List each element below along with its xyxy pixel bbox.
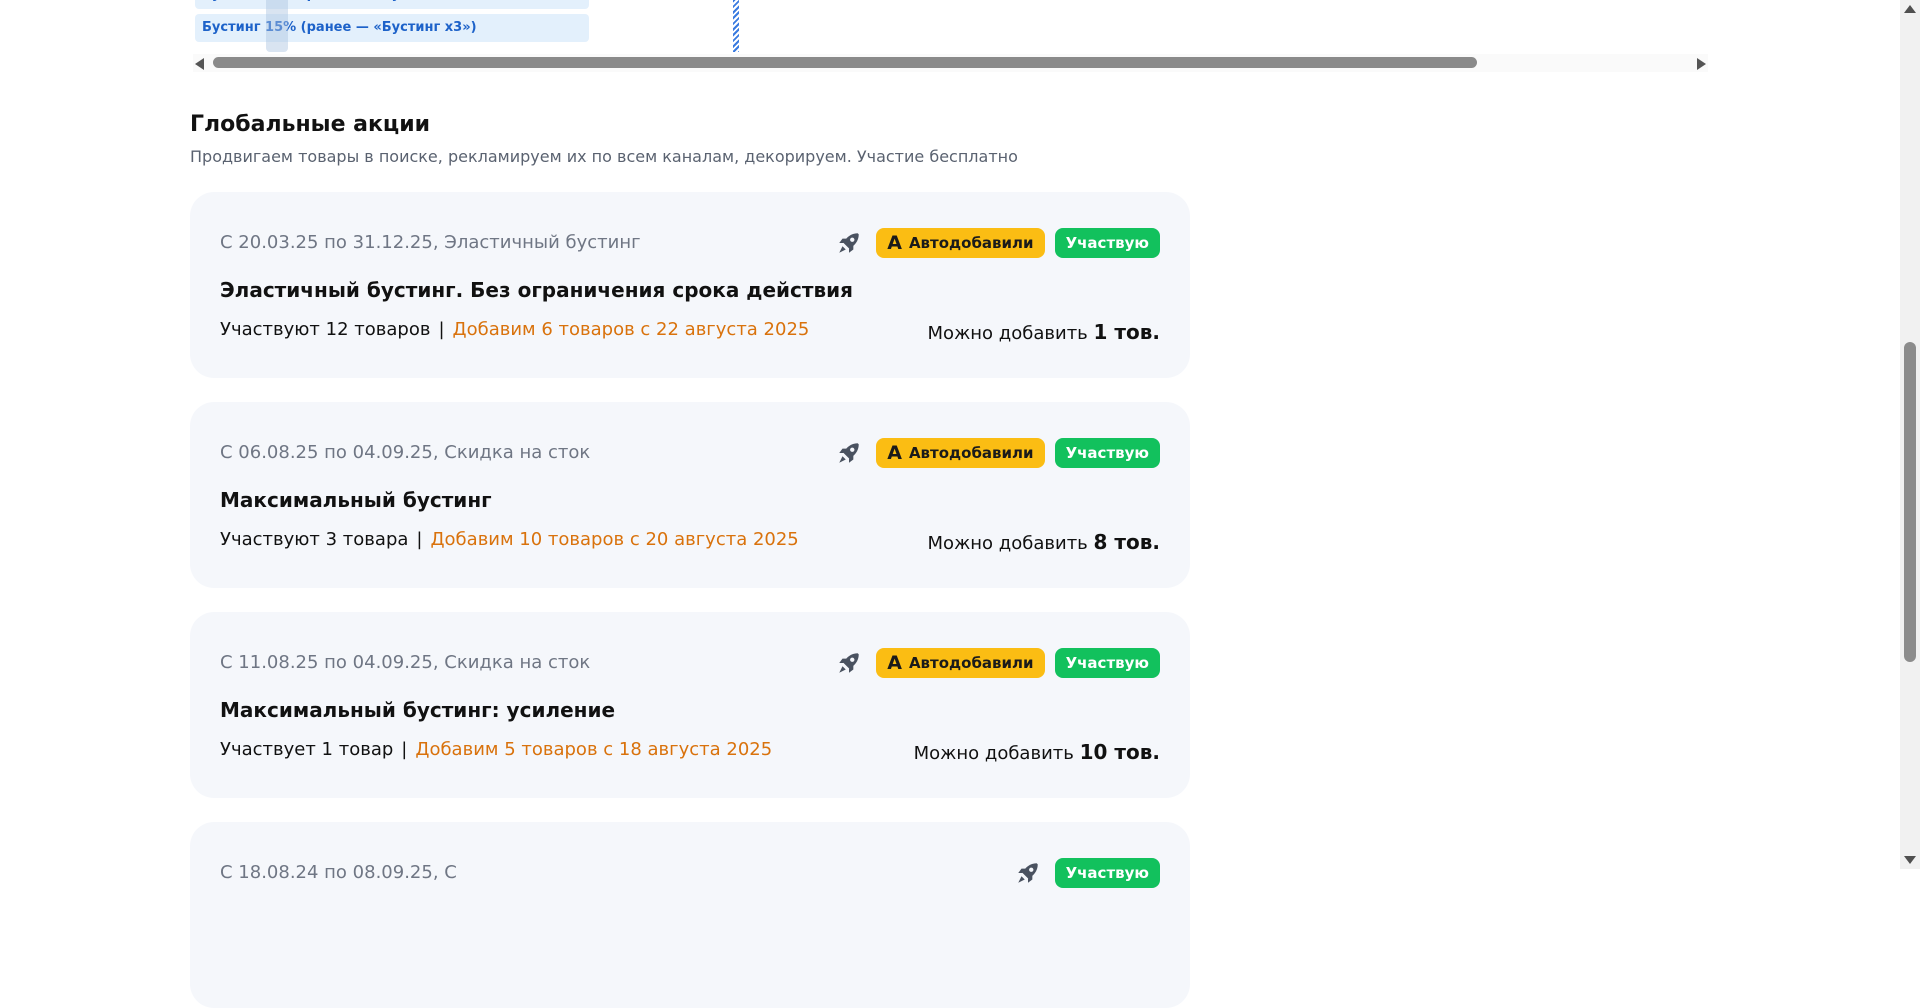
can-add-label: Можно добавить: [913, 743, 1074, 764]
auto-add-icon: A: [887, 651, 902, 674]
auto-added-badge: A Автодобавили: [876, 228, 1045, 258]
participants-count: Участвуют 3 товара: [220, 529, 409, 550]
auto-add-icon: A: [887, 231, 902, 254]
scroll-down-icon[interactable]: [1904, 856, 1916, 864]
can-add-count: 8 тов.: [1093, 530, 1160, 554]
promo-title[interactable]: Максимальный бустинг: усиление: [220, 698, 615, 722]
auto-added-label: Автодобавили: [908, 654, 1034, 672]
section-subtitle: Продвигаем товары в поиске, рекламируем …: [190, 147, 1018, 166]
can-add-count: 1 тов.: [1093, 320, 1160, 344]
section-title: Глобальные акции: [190, 112, 431, 137]
auto-added-label: Автодобавили: [908, 444, 1034, 462]
participants-count: Участвуют 12 товаров: [220, 319, 431, 340]
rocket-icon: [839, 233, 859, 253]
participating-badge: Участвую: [1054, 438, 1160, 468]
promo-badges: A Автодобавили Участвую: [836, 228, 1160, 258]
promo-card[interactable]: С 11.08.25 по 04.09.25, Скидка на сток A…: [190, 612, 1190, 798]
can-add-info: Можно добавить 8 тов.: [928, 530, 1160, 554]
can-add-label: Можно добавить: [927, 533, 1088, 554]
stats-separator: |: [401, 739, 408, 760]
scroll-left-icon[interactable]: [195, 58, 204, 70]
planned-additions: Добавим 10 товаров с 20 августа 2025: [430, 529, 799, 550]
vertical-scrollbar[interactable]: [1900, 0, 1920, 869]
promo-title[interactable]: Эластичный бустинг. Без ограничения срок…: [220, 278, 853, 302]
auto-add-icon: A: [887, 441, 902, 464]
promo-badges: Участвую: [1015, 858, 1160, 888]
can-add-info: Можно добавить 10 тов.: [914, 740, 1160, 764]
promo-badges: A Автодобавили Участвую: [836, 648, 1160, 678]
horizontal-scrollbar-thumb[interactable]: [213, 57, 1477, 68]
promo-card[interactable]: С 06.08.25 по 04.09.25, Скидка на сток A…: [190, 402, 1190, 588]
stats-separator: |: [416, 529, 423, 550]
promo-period: С 06.08.25 по 04.09.25, Скидка на сток: [220, 442, 591, 463]
auto-added-label: Автодобавили: [908, 234, 1034, 252]
rocket-icon: [839, 653, 859, 673]
participants-count: Участвует 1 товар: [220, 739, 394, 760]
promo-stats: Участвуют 12 товаров | Добавим 6 товаров с…: [220, 319, 809, 340]
timeline-range-marker: [266, 0, 288, 52]
rocket-icon: [1017, 863, 1038, 883]
can-add-info: Можно добавить 1 тов.: [928, 320, 1160, 344]
auto-added-badge: A Автодобавили: [876, 648, 1045, 678]
promo-period: С 20.03.25 по 31.12.25, Эластичный бусти…: [220, 232, 641, 253]
promo-card[interactable]: С 20.03.25 по 31.12.25, Эластичный бусти…: [190, 192, 1190, 378]
horizontal-scrollbar[interactable]: [193, 54, 1708, 72]
planned-additions: Добавим 5 товаров с 18 августа 2025: [415, 739, 773, 760]
participating-badge: Участвую: [1054, 648, 1160, 678]
timeline-bar-boost-15[interactable]: Бустинг 15% (ранее — «Бустинг х3»): [195, 14, 589, 42]
participating-badge: Участвую: [1054, 228, 1160, 258]
promo-stats: Участвуют 3 товара | Добавим 10 товаров с …: [220, 529, 799, 550]
can-add-label: Можно добавить: [927, 323, 1088, 344]
promo-title[interactable]: Максимальный бустинг: [220, 488, 492, 512]
planned-additions: Добавим 6 товаров с 22 августа 2025: [452, 319, 810, 340]
rocket-icon: [839, 443, 859, 463]
auto-added-badge: A Автодобавили: [876, 438, 1045, 468]
today-line: [733, 0, 739, 52]
promo-stats: Участвует 1 товар | Добавим 5 товаров с 18…: [220, 739, 772, 760]
stats-separator: |: [438, 319, 445, 340]
promo-card[interactable]: С 18.08.24 по 08.09.25, С Участвую: [190, 822, 1190, 1008]
participating-badge: Участвую: [1054, 858, 1160, 888]
scroll-right-icon[interactable]: [1697, 58, 1706, 70]
timeline-bar-boost-25[interactable]: Бустинг 25% (ранее — «Бустинг х4»): [195, 0, 589, 9]
timeline-strip: Бустинг 25% (ранее — «Бустинг х4») Бусти…: [0, 0, 1900, 72]
can-add-count: 10 тов.: [1079, 740, 1160, 764]
vertical-scrollbar-thumb[interactable]: [1904, 342, 1916, 662]
scroll-up-icon[interactable]: [1904, 5, 1916, 13]
promo-period: С 18.08.24 по 08.09.25, С: [220, 862, 457, 883]
promo-badges: A Автодобавили Участвую: [836, 438, 1160, 468]
promo-period: С 11.08.25 по 04.09.25, Скидка на сток: [220, 652, 591, 673]
